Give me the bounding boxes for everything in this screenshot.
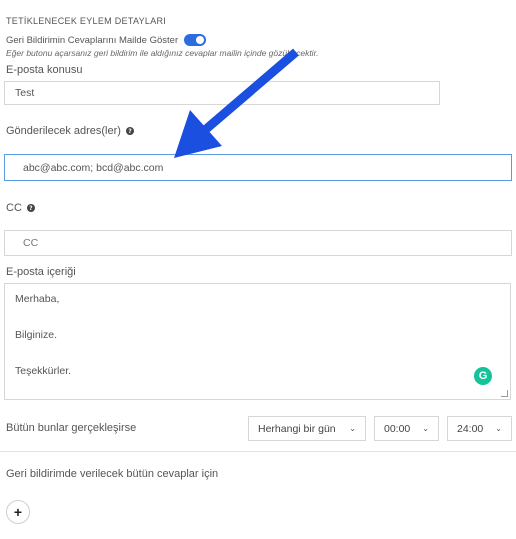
toggle-hint: Eğer butonu açarsanız geri bildirim ile … <box>6 48 319 58</box>
add-button[interactable]: + <box>6 500 30 524</box>
chevron-down-icon: ⌄ <box>422 424 429 433</box>
subject-label: E-posta konusu <box>6 64 82 76</box>
question-icon[interactable]: ? <box>125 127 134 135</box>
subject-value: Test <box>15 87 35 99</box>
question-icon[interactable]: ? <box>26 204 35 212</box>
recipients-value: abc@abc.com; bcd@abc.com <box>23 161 164 174</box>
day-select[interactable]: Herhangi bir gün ⌄ <box>248 416 366 441</box>
cc-label: CC ? <box>6 202 35 214</box>
subject-label-text: E-posta konusu <box>6 64 83 76</box>
start-time-select[interactable]: 00:00 ⌄ <box>374 416 439 441</box>
end-time-value: 24:00 <box>457 422 484 435</box>
body-line <box>15 344 500 362</box>
show-answers-toggle[interactable] <box>184 34 207 46</box>
body-textarea[interactable]: Merhaba, Bilginize. Teşekkürler. G <box>4 283 511 400</box>
divider <box>0 451 516 452</box>
show-answers-label: Geri Bildirimin Cevaplarını Mailde Göste… <box>6 34 179 46</box>
body-line: Teşekkürler. <box>15 365 72 377</box>
toggle-knob <box>196 36 205 44</box>
cc-placeholder: CC <box>23 237 39 249</box>
section-title: TETİKLENECEK EYLEM DETAYLARI <box>6 16 167 26</box>
body-line: Bilginize. <box>15 329 58 341</box>
recipients-input[interactable]: abc@abc.com; bcd@abc.com <box>4 154 512 181</box>
show-answers-row: Geri Bildirimin Cevaplarını Mailde Göste… <box>6 34 207 46</box>
body-label: E-posta içeriği <box>6 266 76 278</box>
chevron-down-icon: ⌄ <box>349 424 356 433</box>
recipients-label: Gönderilecek adres(ler) ? <box>6 125 134 137</box>
body-line <box>15 308 500 326</box>
resize-handle[interactable] <box>501 390 508 397</box>
footer-label: Geri bildirimde verilecek bütün cevaplar… <box>6 468 219 480</box>
day-select-value: Herhangi bir gün <box>258 422 336 435</box>
body-label-text: E-posta içeriği <box>6 266 76 278</box>
recipients-label-text: Gönderilecek adres(ler) <box>6 125 121 137</box>
body-line: Merhaba, <box>15 293 60 305</box>
grammarly-icon[interactable]: G <box>474 367 492 385</box>
start-time-value: 00:00 <box>384 422 411 435</box>
subject-input[interactable]: Test <box>4 81 440 105</box>
end-time-select[interactable]: 24:00 ⌄ <box>447 416 512 441</box>
cc-label-text: CC <box>6 202 22 214</box>
chevron-down-icon: ⌄ <box>495 424 502 433</box>
condition-label: Bütün bunlar gerçekleşirse <box>6 422 137 434</box>
cc-input[interactable]: CC <box>4 230 512 256</box>
